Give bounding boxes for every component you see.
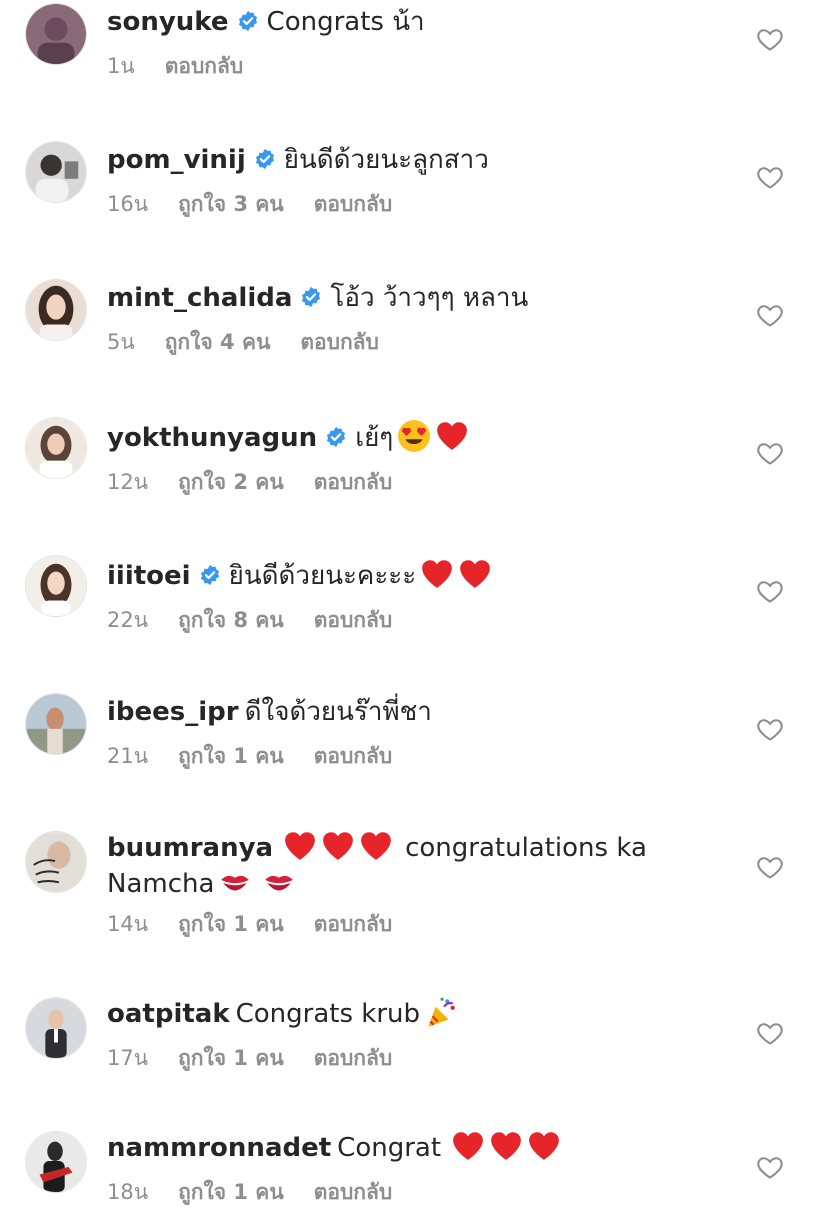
avatar[interactable] <box>25 831 87 893</box>
comment-meta: 18น ถูกใจ 1 คน ตอบกลับ <box>107 1179 744 1205</box>
comment-line: ibees_ipr ดีใจด้วยนร๊าพี่ชา <box>107 695 744 729</box>
comment-meta: 12น ถูกใจ 2 คน ตอบกลับ <box>107 469 744 495</box>
verified-badge-icon <box>300 286 322 308</box>
comment-username[interactable]: oatpitak <box>107 999 230 1029</box>
reply-button[interactable]: ตอบกลับ <box>314 469 393 495</box>
comment-time: 17น <box>107 1046 149 1070</box>
like-heart-icon[interactable] <box>756 439 784 467</box>
comment-username[interactable]: iiitoei <box>107 561 191 591</box>
comment-username[interactable]: pom_vinij <box>107 145 246 175</box>
comment-likes[interactable]: ถูกใจ 2 คน <box>178 469 284 495</box>
comment-text: Congrats น้า <box>266 7 425 37</box>
avatar[interactable] <box>25 417 87 479</box>
avatar[interactable] <box>25 997 87 1059</box>
comment-likes[interactable]: ถูกใจ 4 คน <box>165 329 271 355</box>
comment-line: oatpitak Congrats krub <box>107 995 744 1031</box>
heart-eyes-emoji <box>397 419 431 453</box>
comment-line: yokthunyagun เย้ๆ <box>107 419 744 455</box>
reply-button[interactable]: ตอบกลับ <box>314 1179 393 1205</box>
comment-line: pom_vinij ยินดีด้วยนะลูกสาว <box>107 143 744 177</box>
comment-username[interactable]: buumranya <box>107 833 273 863</box>
red-heart-emoji <box>420 557 454 591</box>
comment-username[interactable]: mint_chalida <box>107 283 292 313</box>
comment-meta: 1น ตอบกลับ <box>107 53 744 79</box>
like-heart-icon[interactable] <box>756 577 784 605</box>
like-heart-icon[interactable] <box>756 1019 784 1047</box>
red-heart-emoji <box>283 829 317 863</box>
comment-text: Congrats krub <box>235 999 421 1029</box>
red-heart-emoji <box>321 829 355 863</box>
like-heart-icon[interactable] <box>756 715 784 743</box>
comment-time: 16น <box>107 192 149 216</box>
reply-button[interactable]: ตอบกลับ <box>300 329 379 355</box>
red-heart-emoji <box>359 829 393 863</box>
verified-badge-icon <box>199 564 221 586</box>
comment-text: Congrat <box>337 1133 442 1163</box>
comment-likes[interactable]: ถูกใจ 1 คน <box>178 911 284 937</box>
red-heart-emoji <box>527 1129 561 1163</box>
comment-username[interactable]: ibees_ipr <box>107 697 239 727</box>
comment-meta: 5น ถูกใจ 4 คน ตอบกลับ <box>107 329 744 355</box>
comment-line: sonyuke Congrats น้า <box>107 5 744 39</box>
reply-button[interactable]: ตอบกลับ <box>314 911 393 937</box>
comment-text: ยินดีด้วยนะคะะะ <box>228 561 417 591</box>
red-heart-emoji <box>489 1129 523 1163</box>
comment-list: sonyuke Congrats น้า 1น ตอบกลับ pom_vinij ย… <box>0 0 828 1220</box>
reply-button[interactable]: ตอบกลับ <box>314 191 393 217</box>
comment-meta: 17น ถูกใจ 1 คน ตอบกลับ <box>107 1045 744 1071</box>
comment-text: ยินดีด้วยนะลูกสาว <box>283 145 489 175</box>
comment-username[interactable]: nammronnadet <box>107 1133 331 1163</box>
verified-badge-icon <box>237 10 259 32</box>
comment-text: เย้ๆ <box>355 423 394 453</box>
red-heart-emoji <box>451 1129 485 1163</box>
comment-time: 22น <box>107 608 149 632</box>
like-heart-icon[interactable] <box>756 853 784 881</box>
like-heart-icon[interactable] <box>756 25 784 53</box>
comment-text: โอ้ว ว้าวๆๆ หลาน <box>330 283 529 313</box>
comment-meta: 14น ถูกใจ 1 คน ตอบกลับ <box>107 911 744 937</box>
kiss-mark-emoji <box>218 865 252 899</box>
comment-likes[interactable]: ถูกใจ 1 คน <box>178 743 284 769</box>
comment-line: nammronnadet Congrat <box>107 1129 744 1165</box>
like-heart-icon[interactable] <box>756 1153 784 1181</box>
avatar[interactable] <box>25 693 87 755</box>
comment-username[interactable]: yokthunyagun <box>107 423 317 453</box>
comment-likes[interactable]: ถูกใจ 1 คน <box>178 1179 284 1205</box>
comment-line: buumranya congratulations ka Namcha <box>107 829 744 901</box>
reply-button[interactable]: ตอบกลับ <box>165 53 244 79</box>
verified-badge-icon <box>254 148 276 170</box>
verified-badge-icon <box>325 426 347 448</box>
avatar[interactable] <box>25 279 87 341</box>
comment-time: 18น <box>107 1180 149 1204</box>
comment-likes[interactable]: ถูกใจ 1 คน <box>178 1045 284 1071</box>
comment-time: 1น <box>107 54 135 78</box>
avatar[interactable] <box>25 1131 87 1193</box>
avatar[interactable] <box>25 555 87 617</box>
reply-button[interactable]: ตอบกลับ <box>314 743 393 769</box>
avatar[interactable] <box>25 141 87 203</box>
comment-time: 12น <box>107 470 149 494</box>
red-heart-emoji <box>435 419 469 453</box>
comment-username[interactable]: sonyuke <box>107 7 229 37</box>
like-heart-icon[interactable] <box>756 301 784 329</box>
comment-meta: 21น ถูกใจ 1 คน ตอบกลับ <box>107 743 744 769</box>
comment-time: 14น <box>107 912 149 936</box>
like-heart-icon[interactable] <box>756 163 784 191</box>
reply-button[interactable]: ตอบกลับ <box>314 1045 393 1071</box>
comment-text: ดีใจด้วยนร๊าพี่ชา <box>244 697 432 727</box>
red-heart-emoji <box>458 557 492 591</box>
reply-button[interactable]: ตอบกลับ <box>314 607 393 633</box>
comment-likes[interactable]: ถูกใจ 3 คน <box>178 191 284 217</box>
avatar[interactable] <box>25 3 87 65</box>
comment-likes[interactable]: ถูกใจ 8 คน <box>178 607 284 633</box>
kiss-mark-emoji <box>262 865 296 899</box>
comment-meta: 22น ถูกใจ 8 คน ตอบกลับ <box>107 607 744 633</box>
comment-meta: 16น ถูกใจ 3 คน ตอบกลับ <box>107 191 744 217</box>
comment-line: mint_chalida โอ้ว ว้าวๆๆ หลาน <box>107 281 744 315</box>
party-popper-emoji <box>424 995 458 1029</box>
comment-time: 5น <box>107 330 135 354</box>
comment-line: iiitoei ยินดีด้วยนะคะะะ <box>107 557 744 593</box>
comment-time: 21น <box>107 744 149 768</box>
